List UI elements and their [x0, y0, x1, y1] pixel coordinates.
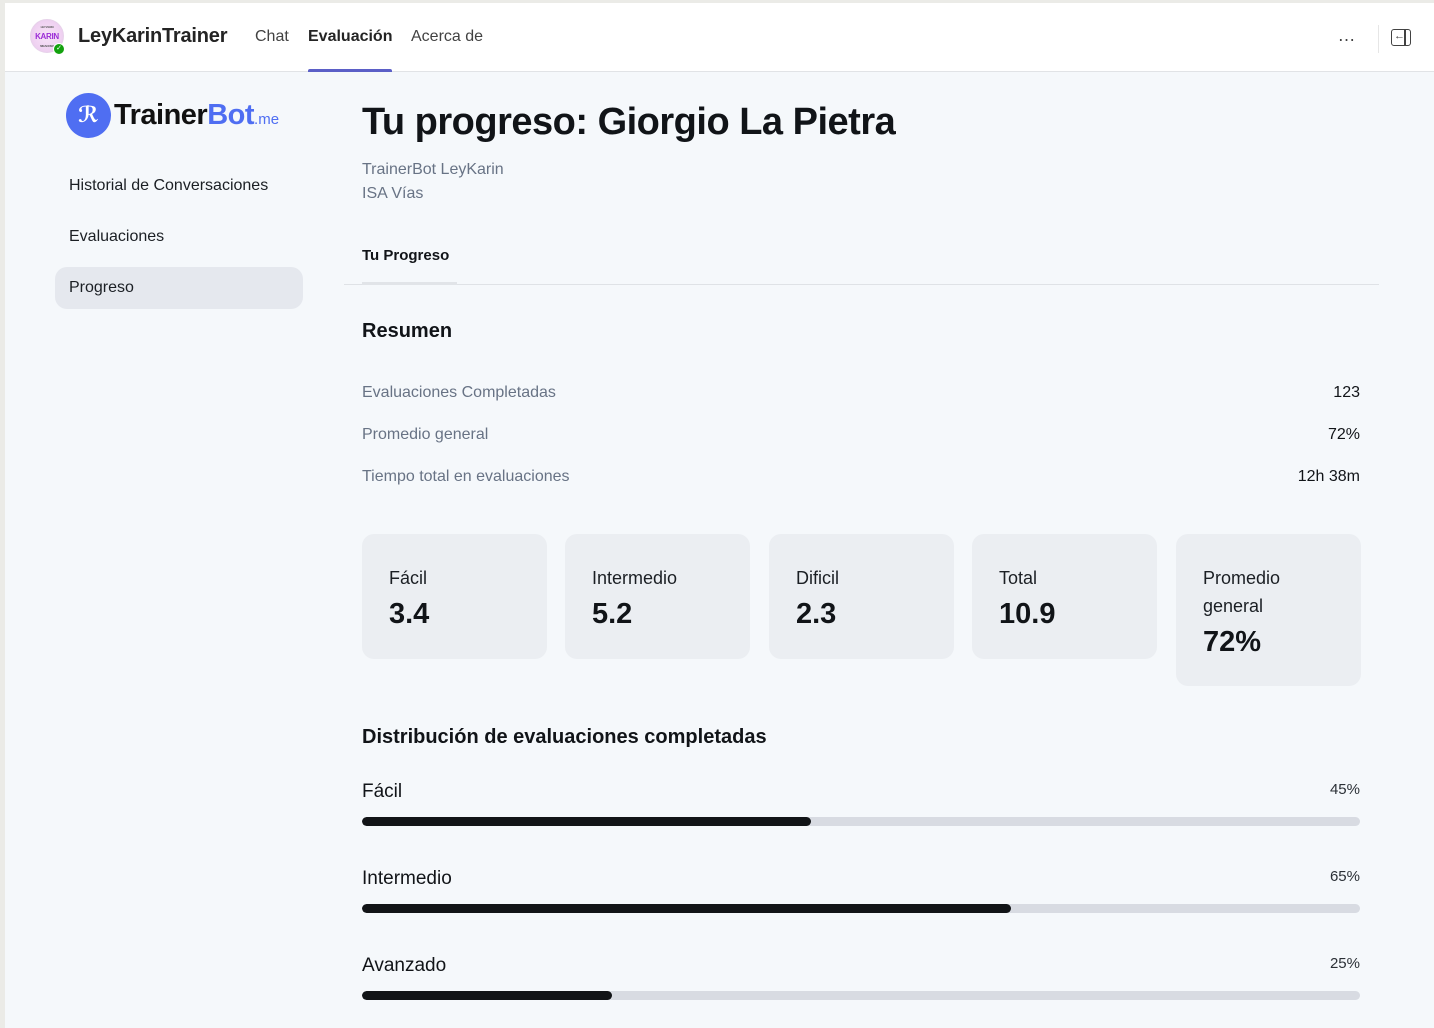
top-bar: LEY 21.643 KARIN SIN ACOSO ✓ LeyKarinTra…: [5, 3, 1434, 72]
sidebar-item-historial[interactable]: Historial de Conversaciones: [55, 165, 303, 207]
progress-track: [362, 904, 1360, 913]
distribution-percent: 65%: [1329, 868, 1360, 885]
summary-title: Resumen: [362, 320, 453, 342]
summary-label: Tiempo total en evaluaciones: [362, 468, 570, 485]
summary-row: Tiempo total en evaluaciones 12h 38m: [362, 468, 1360, 490]
tab-chat[interactable]: Chat: [255, 28, 289, 72]
sidebar-item-progreso[interactable]: Progreso: [55, 267, 303, 309]
brand-suffix: .me: [254, 110, 280, 128]
more-options-icon[interactable]: …: [1332, 23, 1362, 51]
summary-value: 123: [1333, 384, 1360, 401]
sidebar-item-label: Evaluaciones: [69, 228, 165, 245]
summary-label: Evaluaciones Completadas: [362, 384, 556, 401]
stat-label: Dificil: [796, 568, 839, 588]
stat-card-total: Total 10.9: [972, 534, 1157, 659]
stat-label: Promedio general: [1203, 568, 1281, 616]
subtitle-org: ISA Vías: [362, 185, 424, 202]
tab-evaluacion[interactable]: Evaluación: [308, 28, 393, 72]
tab-acerca-de[interactable]: Acerca de: [411, 28, 483, 72]
stat-card-facil: Fácil 3.4: [362, 534, 547, 659]
stat-value: 3.4: [389, 598, 430, 630]
sidebar-item-evaluaciones[interactable]: Evaluaciones: [55, 216, 303, 258]
app-name: LeyKarinTrainer: [78, 25, 228, 47]
header-divider: [1378, 25, 1379, 53]
page-title: Tu progreso: Giorgio La Pietra: [362, 101, 896, 143]
brand-name-dark: Trainer: [114, 98, 208, 131]
app-window: LEY 21.643 KARIN SIN ACOSO ✓ LeyKarinTra…: [5, 3, 1434, 1028]
distribution-label: Fácil: [362, 781, 403, 802]
progress-track: [362, 991, 1360, 1000]
stat-card-promedio: Promedio general 72%: [1176, 534, 1361, 686]
progress-fill: [362, 991, 612, 1000]
distribution-percent: 45%: [1329, 781, 1360, 798]
stat-label: Fácil: [389, 568, 428, 588]
summary-row: Evaluaciones Completadas 123: [362, 384, 1360, 406]
sidebar-item-label: Historial de Conversaciones: [69, 177, 269, 194]
tabs-divider: [344, 284, 1379, 285]
subtitle-bot: TrainerBot LeyKarin: [362, 161, 504, 178]
stat-label: Intermedio: [592, 568, 678, 588]
distribution-title: Distribución de evaluaciones completadas: [362, 726, 767, 748]
status-available-icon: ✓: [53, 43, 65, 55]
open-panel-icon[interactable]: ←: [1391, 29, 1411, 46]
stat-card-dificil: Dificil 2.3: [769, 534, 954, 659]
progress-fill: [362, 904, 1011, 913]
stat-value: 5.2: [592, 598, 633, 630]
progress-fill: [362, 817, 812, 826]
trainerbot-logo-icon: ℛ: [66, 92, 111, 138]
distribution-label: Avanzado: [362, 955, 447, 976]
progress-track: [362, 817, 1360, 826]
stat-value: 72%: [1203, 626, 1262, 658]
stat-card-intermedio: Intermedio 5.2: [565, 534, 750, 659]
stat-label: Total: [999, 568, 1038, 588]
tab-tu-progreso[interactable]: Tu Progreso: [362, 247, 457, 285]
sidebar-item-label: Progreso: [69, 279, 134, 296]
trainerbot-logo: ℛ TrainerBot.me: [66, 92, 279, 138]
brand-name-blue: Bot: [207, 98, 255, 131]
distribution-percent: 25%: [1329, 955, 1360, 972]
distribution-label: Intermedio: [362, 868, 452, 889]
summary-row: Promedio general 72%: [362, 426, 1360, 448]
stat-value: 2.3: [796, 598, 837, 630]
summary-value: 12h 38m: [1297, 468, 1360, 485]
summary-value: 72%: [1327, 426, 1360, 443]
arrow-left-icon: ←: [1394, 30, 1405, 42]
stat-value: 10.9: [999, 598, 1056, 630]
summary-label: Promedio general: [362, 426, 489, 443]
